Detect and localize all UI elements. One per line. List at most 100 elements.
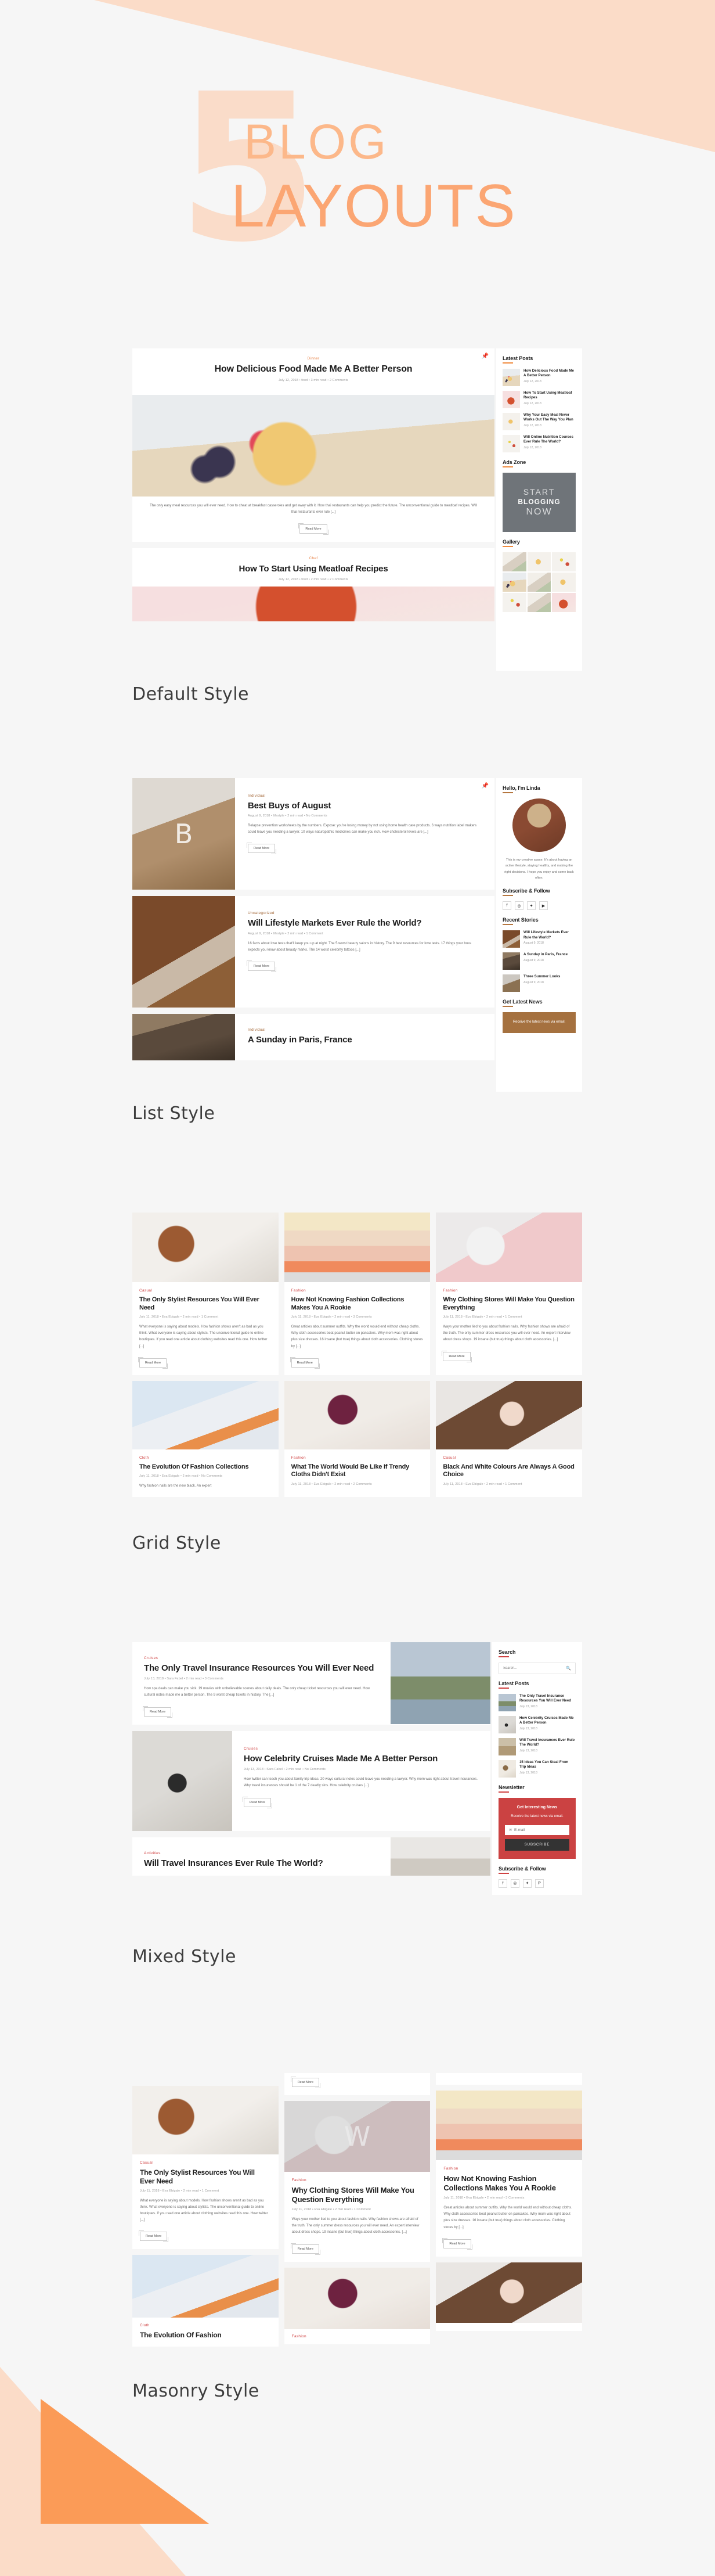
post-featured-image[interactable] (132, 395, 494, 497)
post-category[interactable]: Fashion (291, 1456, 424, 1460)
search-input[interactable] (503, 1667, 566, 1670)
read-more-button[interactable]: Read More (290, 2243, 321, 2255)
post-title[interactable]: The Only Stylist Resources You Will Ever… (140, 2168, 271, 2186)
read-more-button[interactable]: Read More (242, 1797, 273, 1809)
post-category[interactable]: Fashion (292, 2334, 423, 2338)
post-card[interactable]: Casual The Only Stylist Resources You Wi… (132, 1213, 279, 1375)
post-row[interactable]: Activities Will Travel Insurances Ever R… (132, 1837, 490, 1876)
post-card-tail[interactable] (436, 2073, 582, 2085)
post-featured-image[interactable] (436, 2091, 582, 2160)
post-featured-image[interactable] (436, 2262, 582, 2323)
gallery-image[interactable] (503, 552, 526, 571)
sidebar-post-title[interactable]: How To Start Using Meatloaf Recipes (523, 391, 576, 401)
social-links[interactable]: f ◎ ✦ ▶ (503, 901, 576, 911)
post-card[interactable]: Cloth The Evolution Of Fashion Collectio… (132, 1380, 279, 1498)
post-card-tail[interactable]: Read More (284, 2073, 431, 2095)
list-style-preview[interactable]: 📌 B Individual Best Buys of August Augus… (132, 778, 582, 1092)
post-title[interactable]: How Not Knowing Fashion Collections Make… (443, 2174, 575, 2193)
twitter-icon[interactable]: ✦ (527, 901, 536, 911)
post-title[interactable]: Why Clothing Stores Will Make You Questi… (292, 2186, 423, 2204)
post-category[interactable]: Fashion (291, 1289, 424, 1293)
post-card[interactable]: Fashion How Not Knowing Fashion Collecti… (436, 2091, 582, 2257)
twitter-icon[interactable]: ✦ (522, 1879, 532, 1888)
post-featured-image[interactable] (132, 1731, 232, 1832)
sidebar-post-title[interactable]: Three Summer Looks (523, 974, 560, 979)
post-category[interactable]: Cruises (244, 1747, 479, 1751)
post-card[interactable]: 📌 Dinner How Delicious Food Made Me A Be… (132, 348, 494, 395)
post-featured-image[interactable] (132, 2255, 279, 2318)
post-card[interactable]: Casual The Only Stylist Resources You Wi… (132, 2086, 279, 2250)
sidebar-post-item[interactable]: How To Start Using Meatloaf Recipes July … (503, 391, 576, 408)
post-category[interactable]: Fashion (443, 1289, 575, 1293)
sidebar-post-title[interactable]: How Delicious Food Made Me A Better Pers… (523, 369, 576, 379)
post-card[interactable] (436, 2262, 582, 2331)
ad-banner[interactable]: START BLOGGING NOW (503, 473, 576, 532)
email-field-wrap[interactable]: ✉ (504, 1825, 569, 1835)
post-category[interactable]: Uncategorized (248, 911, 482, 915)
gallery-grid[interactable] (503, 552, 576, 612)
post-title[interactable]: A Sunday in Paris, France (248, 1035, 482, 1045)
instagram-icon[interactable]: ◎ (515, 901, 523, 911)
post-category[interactable]: Cloth (139, 1456, 272, 1460)
post-category[interactable]: Individual (248, 794, 482, 798)
post-featured-image[interactable] (390, 1642, 490, 1724)
read-more-button[interactable]: Read More (138, 2230, 169, 2243)
post-category[interactable]: Casual (443, 1456, 575, 1460)
search-icon[interactable]: 🔍 (566, 1666, 571, 1671)
subscribe-button[interactable]: SUBSCRIBE (504, 1839, 569, 1851)
sidebar-post-title[interactable]: The Only Travel Insurance Resources You … (519, 1694, 576, 1704)
sidebar-post-item[interactable]: How Celebrity Cruises Made Me A Better P… (498, 1716, 576, 1733)
post-title[interactable]: Black And White Colours Are Always A Goo… (443, 1463, 575, 1479)
post-featured-image[interactable] (284, 1213, 431, 1282)
post-title[interactable]: The Evolution Of Fashion Collections (139, 1463, 272, 1472)
mixed-style-preview[interactable]: Cruises The Only Travel Insurance Resour… (132, 1614, 582, 1940)
newsletter-box[interactable]: Receive the latest news via email. (503, 1012, 576, 1033)
post-card[interactable]: Casual Black And White Colours Are Alway… (436, 1380, 582, 1498)
youtube-icon[interactable]: ▶ (539, 901, 548, 911)
sidebar-post-title[interactable]: Will Travel Insurances Ever Rule The Wor… (519, 1738, 576, 1748)
post-row[interactable]: Individual A Sunday in Paris, France (132, 1014, 494, 1060)
read-more-button[interactable]: Read More (442, 1350, 472, 1362)
gallery-image[interactable] (503, 573, 526, 592)
post-title[interactable]: How Celebrity Cruises Made Me A Better P… (244, 1754, 479, 1764)
post-title[interactable]: Will Travel Insurances Ever Rule The Wor… (144, 1858, 379, 1869)
gallery-image[interactable] (552, 552, 576, 571)
post-featured-image[interactable] (132, 587, 494, 622)
post-card[interactable]: Cloth The Evolution Of Fashion (132, 2255, 279, 2347)
facebook-icon[interactable]: f (503, 901, 511, 911)
search-box[interactable]: 🔍 (498, 1663, 576, 1674)
post-title[interactable]: Why Clothing Stores Will Make You Questi… (443, 1296, 575, 1312)
post-featured-image[interactable] (132, 1380, 279, 1449)
post-card[interactable]: Fashion (284, 2267, 431, 2344)
post-category[interactable]: Chef (142, 556, 485, 560)
post-featured-image[interactable] (436, 1213, 582, 1282)
read-more-button[interactable]: Read More (290, 2077, 321, 2088)
post-category[interactable]: Individual (248, 1028, 482, 1032)
sidebar-post-title[interactable]: How Celebrity Cruises Made Me A Better P… (519, 1716, 576, 1726)
post-category[interactable]: Fashion (292, 2178, 423, 2182)
post-featured-image[interactable] (132, 2086, 279, 2154)
pinterest-icon[interactable]: P (535, 1879, 544, 1888)
post-title[interactable]: What The World Would Be Like If Trendy C… (291, 1463, 424, 1479)
post-card[interactable]: Fashion Why Clothing Stores Will Make Yo… (436, 1213, 582, 1375)
default-style-preview[interactable]: 📌 Dinner How Delicious Food Made Me A Be… (132, 348, 582, 671)
gallery-image[interactable] (552, 573, 576, 592)
post-row[interactable]: Cruises How Celebrity Cruises Made Me A … (132, 1731, 490, 1832)
sidebar-post-item[interactable]: A Sunday in Paris, France August 9, 2018 (503, 952, 576, 970)
post-row[interactable]: 📌 B Individual Best Buys of August Augus… (132, 778, 494, 890)
post-category[interactable]: Fashion (443, 2167, 575, 2171)
post-card[interactable]: W Fashion Why Clothing Stores Will Make … (284, 2101, 431, 2262)
email-field[interactable] (514, 1827, 565, 1832)
post-featured-image[interactable]: B (132, 778, 235, 890)
post-featured-image[interactable]: W (284, 2101, 431, 2172)
read-more-button[interactable]: Read More (138, 1357, 168, 1369)
post-featured-image[interactable] (132, 896, 235, 1008)
post-featured-image[interactable] (132, 1213, 279, 1282)
social-links[interactable]: f ◎ ✦ P (498, 1879, 576, 1888)
masonry-style-preview[interactable]: Casual The Only Stylist Resources You Wi… (132, 2073, 582, 2375)
sidebar-post-item[interactable]: Three Summer Looks August 9, 2018 (503, 974, 576, 992)
sidebar-post-item[interactable]: Why Your Easy Meal Never Works Out The W… (503, 413, 576, 430)
post-title[interactable]: Will Lifestyle Markets Ever Rule the Wor… (248, 918, 482, 929)
instagram-icon[interactable]: ◎ (510, 1879, 519, 1888)
post-category[interactable]: Dinner (142, 357, 485, 361)
